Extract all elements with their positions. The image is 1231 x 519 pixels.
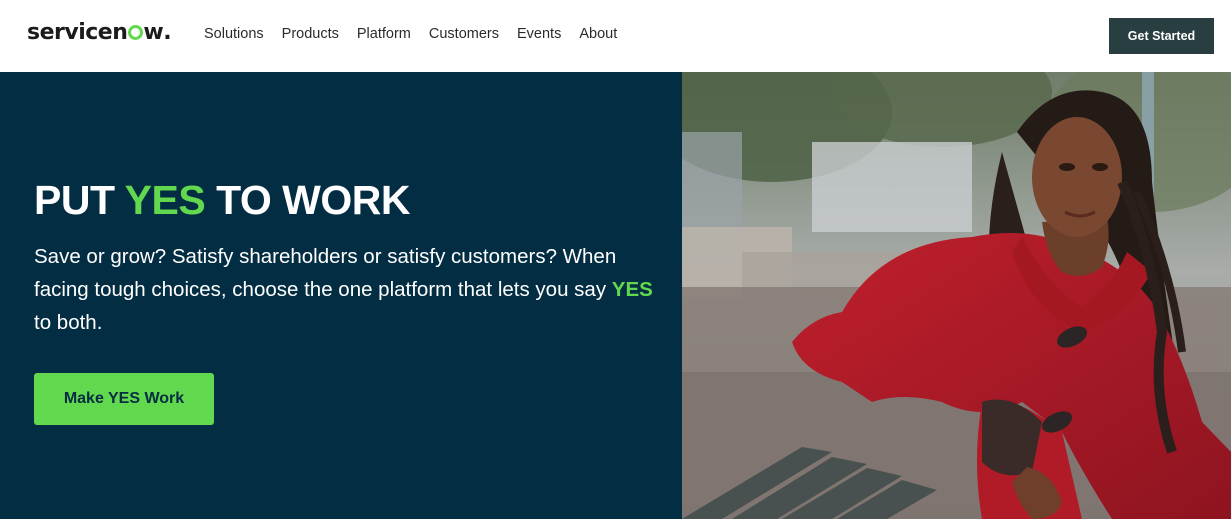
- hero-headline: PUT YES TO WORK: [34, 177, 410, 224]
- main-nav: Solutions Products Platform Customers Ev…: [204, 26, 635, 42]
- hero-photo: [682, 72, 1231, 519]
- body-accent: YES: [611, 278, 653, 301]
- site-header: servicen w. Solutions Products Platform C…: [0, 0, 1231, 72]
- hero-body-text: Save or grow? Satisfy shareholders or sa…: [34, 240, 674, 339]
- logo-o-mark-icon: [127, 25, 143, 40]
- headline-part-2: TO WORK: [205, 177, 410, 223]
- make-yes-work-button[interactable]: Make YES Work: [34, 373, 214, 425]
- nav-item-customers[interactable]: Customers: [429, 26, 499, 42]
- body-part-1: Save or grow? Satisfy shareholders or sa…: [34, 245, 617, 301]
- get-started-button[interactable]: Get Started: [1109, 18, 1214, 54]
- servicenow-logo[interactable]: servicen w.: [27, 20, 172, 50]
- nav-item-events[interactable]: Events: [517, 26, 561, 42]
- nav-item-about[interactable]: About: [579, 26, 617, 42]
- headline-part-1: PUT: [34, 177, 125, 223]
- logo-text-start: servicen: [27, 20, 128, 45]
- logo-dot: .: [163, 20, 172, 45]
- nav-item-products[interactable]: Products: [282, 26, 339, 42]
- headline-accent: YES: [124, 177, 206, 223]
- body-part-2: to both.: [34, 311, 103, 334]
- nav-item-platform[interactable]: Platform: [357, 26, 411, 42]
- logo-text-end: w: [143, 20, 164, 45]
- nav-item-solutions[interactable]: Solutions: [204, 26, 264, 42]
- hero-panel: PUT YES TO WORK Save or grow? Satisfy sh…: [0, 72, 682, 519]
- hero-photo-woman-red-coat-icon: [682, 72, 1231, 519]
